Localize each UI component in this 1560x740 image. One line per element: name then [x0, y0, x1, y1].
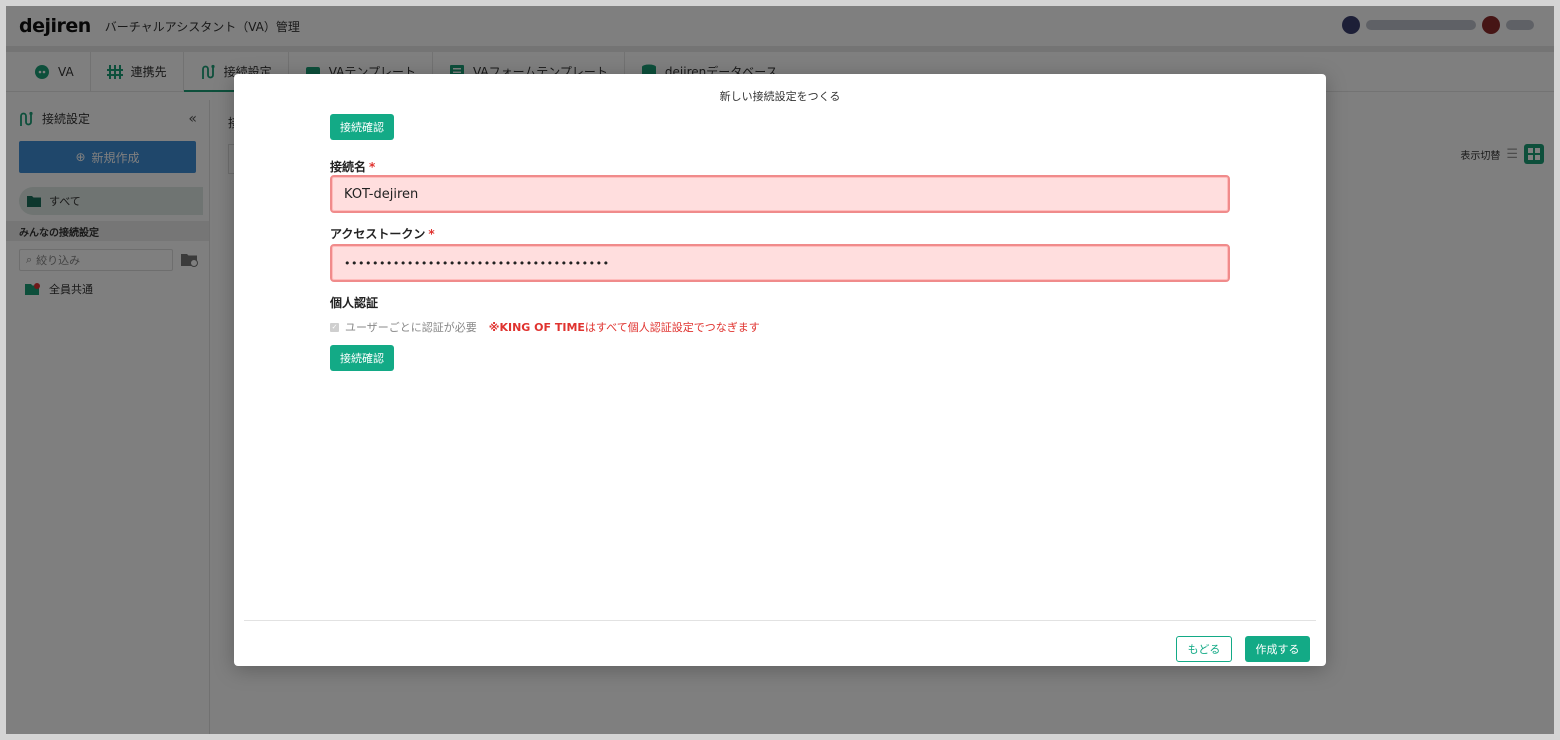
required-mark: *	[369, 160, 376, 174]
input-value: KOT-dejiren	[344, 186, 419, 202]
access-token-label: アクセストークン *	[330, 225, 435, 242]
modal-title: 新しい接続設定をつくる	[719, 90, 841, 103]
personal-auth-row: ✓ ユーザーごとに認証が必要 ※KING OF TIMEはすべて個人認証設定でつ…	[330, 319, 760, 335]
note-text: はすべて個人認証設定でつなぎます	[584, 321, 760, 334]
personal-auth-label: 個人認証	[330, 296, 379, 310]
modal-footer-divider	[244, 620, 1316, 621]
create-button[interactable]: 作成する	[1245, 636, 1310, 662]
label-text: アクセストークン	[330, 227, 426, 241]
label-text: 接続名	[330, 160, 367, 174]
access-token-input[interactable]: ••••••••••••••••••••••••••••••••••••••	[330, 244, 1230, 282]
connection-name-input[interactable]: KOT-dejiren	[330, 175, 1230, 213]
input-value: ••••••••••••••••••••••••••••••••••••••	[344, 256, 610, 270]
check-connection-button-bottom[interactable]: 接続確認	[330, 345, 394, 371]
personal-auth-checkbox-label: ユーザーごとに認証が必要	[345, 321, 477, 334]
check-connection-button-top[interactable]: 接続確認	[330, 114, 394, 140]
kot-note: ※KING OF TIMEはすべて個人認証設定でつなぎます	[489, 319, 760, 335]
connection-name-label: 接続名 *	[330, 158, 375, 175]
back-button[interactable]: もどる	[1176, 636, 1232, 662]
create-connection-modal: 新しい接続設定をつくる 接続確認 接続名 * KOT-dejiren アクセストー…	[234, 74, 1326, 666]
note-text: ※KING OF TIME	[488, 321, 585, 334]
app-frame: dejiren バーチャルアシスタント（VA）管理 VA 連携先 接続設定 VA…	[6, 6, 1554, 734]
required-mark: *	[428, 227, 435, 241]
personal-auth-checkbox[interactable]: ✓	[330, 322, 339, 332]
